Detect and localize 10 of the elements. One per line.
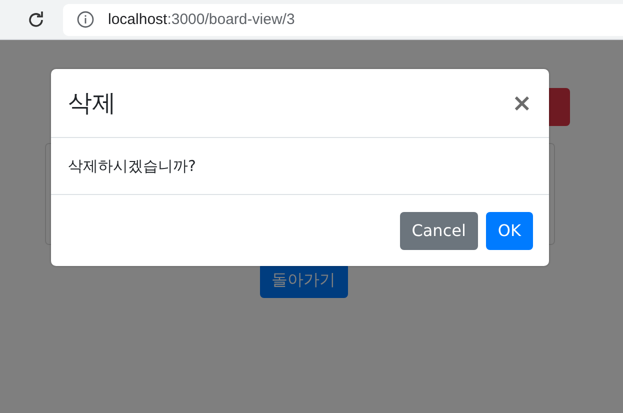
back-button[interactable]: 돌아가기 xyxy=(260,263,348,298)
dialog-message: 삭제하시겠습니까? xyxy=(68,156,196,176)
close-button[interactable]: × xyxy=(512,91,532,115)
url-text: localhost:3000/board-view/3 xyxy=(108,11,295,28)
cancel-button[interactable]: Cancel xyxy=(400,212,478,250)
info-icon[interactable] xyxy=(77,11,94,28)
address-bar[interactable]: localhost:3000/board-view/3 xyxy=(63,4,623,36)
ok-button[interactable]: OK xyxy=(486,212,533,250)
reload-icon[interactable] xyxy=(27,10,45,28)
dialog-title: 삭제 xyxy=(68,88,116,119)
